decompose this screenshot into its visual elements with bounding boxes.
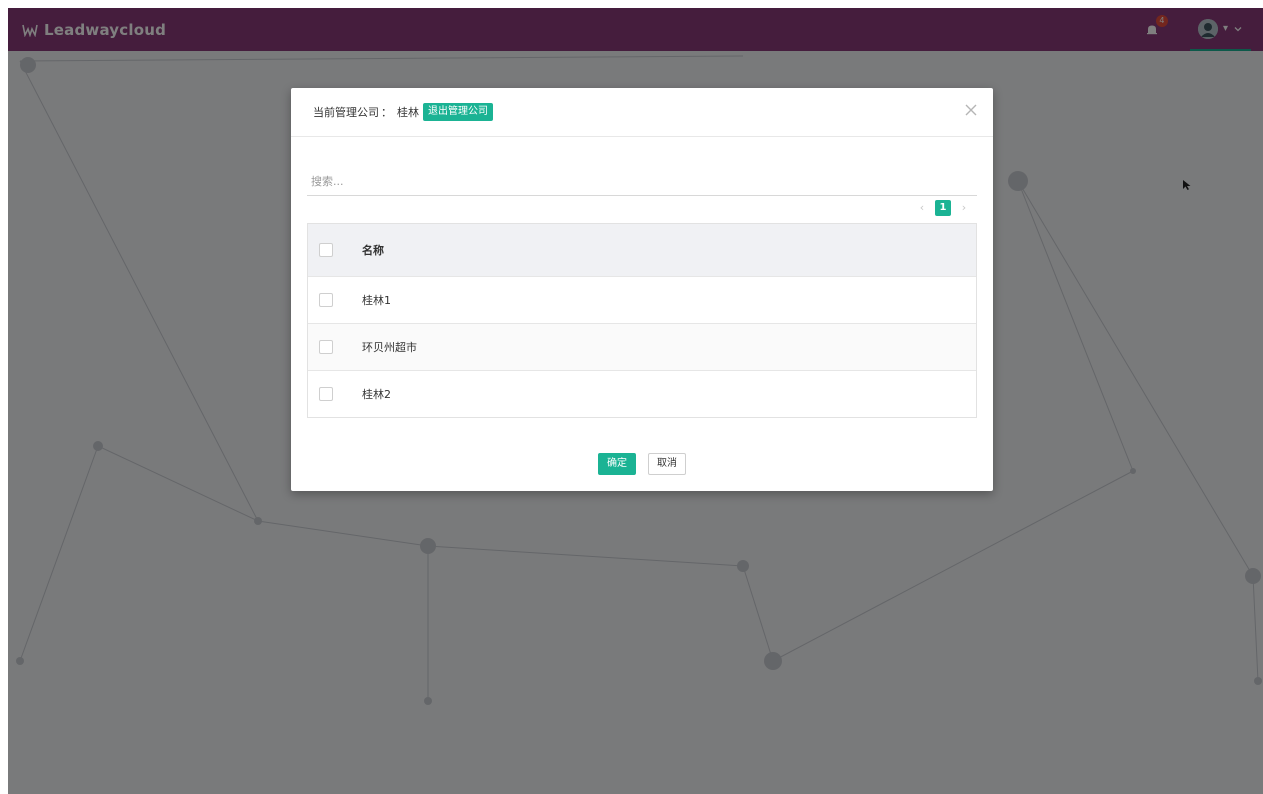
current-company-name: 桂林 <box>397 106 419 119</box>
table-row[interactable]: 桂林1 <box>308 276 976 323</box>
exit-company-button[interactable]: 退出管理公司 <box>423 103 493 121</box>
company-name-cell: 环贝州超市 <box>362 341 417 354</box>
next-page-button[interactable]: › <box>957 200 971 216</box>
select-company-modal: 当前管理公司 ： 桂林 退出管理公司 ‹ 1 › 名称 桂林1 <box>291 88 993 491</box>
prev-page-button[interactable]: ‹ <box>915 200 929 216</box>
modal-title: 当前管理公司 ： 桂林 退出管理公司 <box>313 103 493 121</box>
close-icon[interactable] <box>963 102 979 118</box>
modal-header: 当前管理公司 ： 桂林 退出管理公司 <box>291 88 993 137</box>
pagination: ‹ 1 › <box>915 200 971 216</box>
title-label: 当前管理公司 <box>313 106 379 119</box>
app-root: Leadwaycloud 4 ▾ <box>8 8 1263 794</box>
column-header-name: 名称 <box>362 244 384 257</box>
mouse-cursor-icon <box>1183 180 1191 190</box>
confirm-button[interactable]: 确定 <box>598 453 636 475</box>
modal-footer: 确定 取消 <box>291 453 993 475</box>
table-row[interactable]: 桂林2 <box>308 370 976 417</box>
title-separator: ： <box>381 106 392 119</box>
search-input[interactable] <box>307 168 977 195</box>
page-1-button[interactable]: 1 <box>935 200 951 216</box>
company-table: 名称 桂林1 环贝州超市 桂林2 <box>307 223 977 418</box>
company-name-cell: 桂林2 <box>362 388 391 401</box>
row-checkbox[interactable] <box>319 387 333 401</box>
cancel-button[interactable]: 取消 <box>648 453 686 475</box>
table-header-row: 名称 <box>308 224 976 276</box>
company-name-cell: 桂林1 <box>362 294 391 307</box>
row-checkbox[interactable] <box>319 340 333 354</box>
row-checkbox[interactable] <box>319 293 333 307</box>
select-all-checkbox[interactable] <box>319 243 333 257</box>
search-field <box>307 168 977 196</box>
table-row[interactable]: 环贝州超市 <box>308 323 976 370</box>
